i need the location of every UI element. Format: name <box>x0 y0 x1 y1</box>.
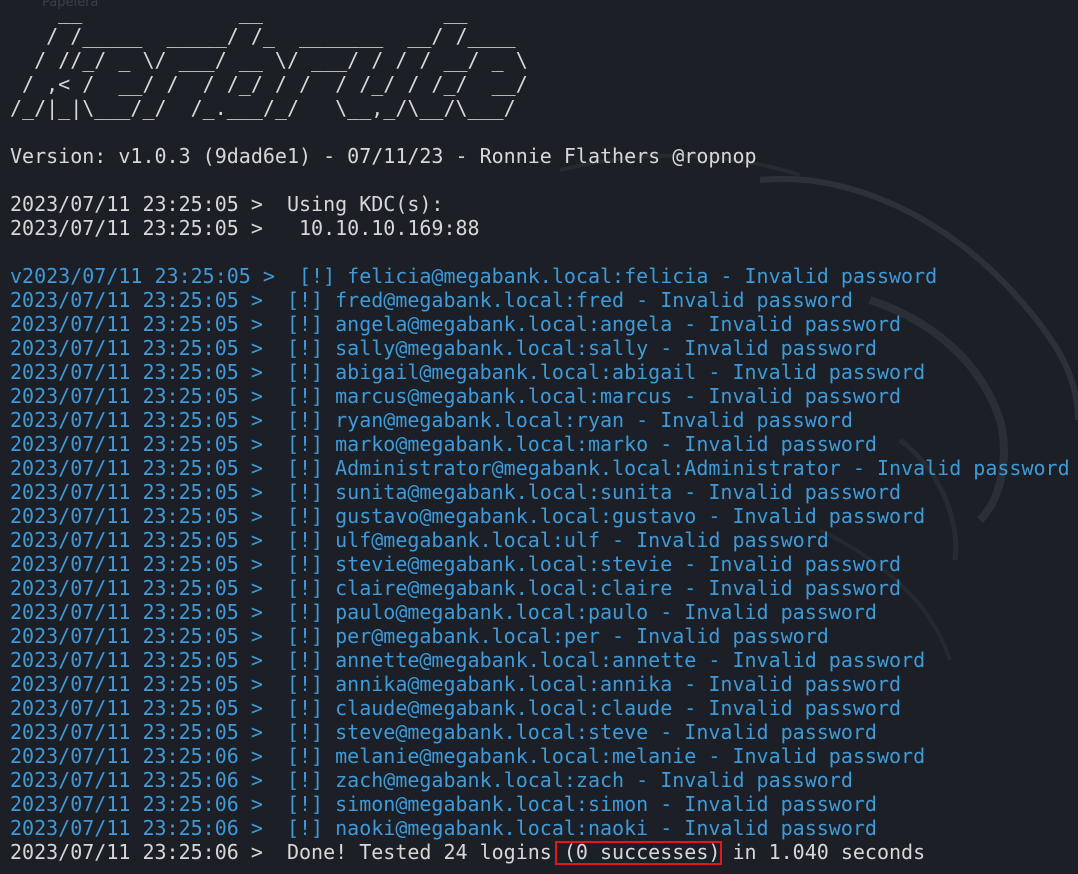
result-line: 2023/07/11 23:25:05 > [!] sunita@megaban… <box>10 480 902 504</box>
kerbrute-ascii-banner: __ __ __ / /_____ _____/ /_ _______ __/ … <box>10 0 528 120</box>
result-line: 2023/07/11 23:25:06 > [!] zach@megabank.… <box>10 768 853 792</box>
done-summary-prefix: 2023/07/11 23:25:06 > Done! Tested 24 lo… <box>10 840 564 864</box>
result-line: 2023/07/11 23:25:05 > [!] sally@megabank… <box>10 336 877 360</box>
result-line: 2023/07/11 23:25:05 > [!] claire@megaban… <box>10 576 902 600</box>
result-line: 2023/07/11 23:25:06 > [!] melanie@megaba… <box>10 744 926 768</box>
done-summary-line: 2023/07/11 23:25:06 > Done! Tested 24 lo… <box>10 840 925 864</box>
result-line: 2023/07/11 23:25:05 > [!] paulo@megabank… <box>10 600 877 624</box>
result-line: 2023/07/11 23:25:06 > [!] naoki@megabank… <box>10 816 877 840</box>
result-line: 2023/07/11 23:25:05 > [!] steve@megabank… <box>10 720 877 744</box>
done-summary-suffix: in 1.040 seconds <box>720 840 926 864</box>
result-line: 2023/07/11 23:25:05 > [!] gustavo@megaba… <box>10 504 926 528</box>
result-line: 2023/07/11 23:25:05 > [!] annika@megaban… <box>10 672 902 696</box>
result-line: 2023/07/11 23:25:05 > [!] claude@megaban… <box>10 696 902 720</box>
result-line: 2023/07/11 23:25:06 > [!] simon@megabank… <box>10 792 877 816</box>
result-line: 2023/07/11 23:25:05 > [!] angela@megaban… <box>10 312 902 336</box>
kdc-line: 2023/07/11 23:25:05 > 10.10.10.169:88 <box>10 216 480 240</box>
result-line: 2023/07/11 23:25:05 > [!] abigail@megaba… <box>10 360 926 384</box>
terminal-window[interactable]: __ __ __ / /_____ _____/ /_ _______ __/ … <box>0 0 1078 874</box>
result-line: 2023/07/11 23:25:05 > [!] annette@megaba… <box>10 648 926 672</box>
result-line: 2023/07/11 23:25:05 > [!] stevie@megaban… <box>10 552 902 576</box>
result-line: 2023/07/11 23:25:05 > [!] marcus@megaban… <box>10 384 902 408</box>
result-line: 2023/07/11 23:25:05 > [!] Administrator@… <box>10 456 1070 480</box>
result-line: 2023/07/11 23:25:05 > [!] marko@megabank… <box>10 432 877 456</box>
result-line: 2023/07/11 23:25:05 > [!] ryan@megabank.… <box>10 408 853 432</box>
kdc-line: 2023/07/11 23:25:05 > Using KDC(s): <box>10 192 444 216</box>
success-count-highlight-box <box>555 841 722 865</box>
version-line: Version: v1.0.3 (9dad6e1) - 07/11/23 - R… <box>10 144 757 168</box>
result-line: v2023/07/11 23:25:05 > [!] felicia@megab… <box>10 264 938 288</box>
result-line: 2023/07/11 23:25:05 > [!] fred@megabank.… <box>10 288 853 312</box>
result-line: 2023/07/11 23:25:05 > [!] ulf@megabank.l… <box>10 528 829 552</box>
result-line: 2023/07/11 23:25:05 > [!] per@megabank.l… <box>10 624 829 648</box>
